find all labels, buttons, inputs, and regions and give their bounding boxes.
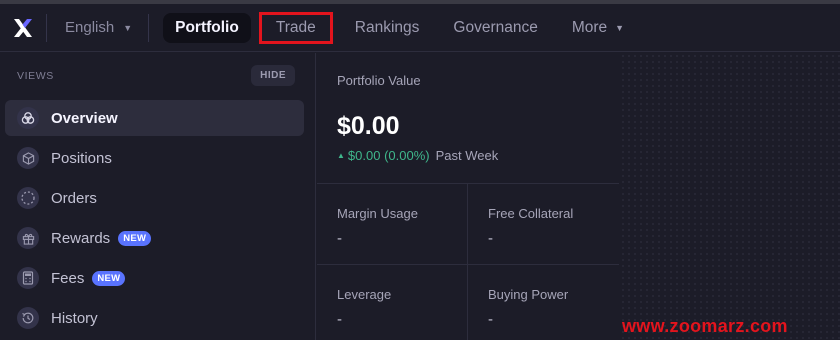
views-header: VIEWS HIDE [17,65,295,86]
sidebar-item-label: Fees [51,269,85,287]
nav-trade[interactable]: Trade [258,11,333,44]
sidebar-item-positions[interactable]: Positions [5,140,304,176]
gift-icon [17,227,39,249]
main-nav: Portfolio Trade Rankings Governance More… [163,11,646,44]
chevron-down-icon: ▼ [123,22,133,33]
portfolio-change-period: Past Week [435,148,499,163]
portfolio-change: ▲ $0.00 (0.00%) Past Week [337,148,498,163]
divider [317,264,619,265]
sidebar-item-label: Rewards [51,229,111,247]
sidebar: VIEWS HIDE Overview Positions Orders Rew… [0,53,316,340]
stat-buying-power-label: Buying Power [488,287,569,302]
watermark: www.zoomarz.com [622,316,788,336]
hide-button[interactable]: HIDE [251,65,295,86]
views-label: VIEWS [17,69,54,82]
nav-portfolio[interactable]: Portfolio [163,12,251,43]
top-navbar: English ▼ Portfolio Trade Rankings Gover… [0,4,840,52]
sidebar-item-orders[interactable]: Orders [5,180,304,216]
logo-x-icon [14,18,32,37]
new-badge: NEW [92,270,126,286]
sidebar-menu: Overview Positions Orders Rewards NEW Fe… [5,100,304,340]
calculator-icon [17,267,39,289]
sidebar-item-rewards[interactable]: Rewards NEW [5,220,304,256]
sidebar-item-label: Overview [51,109,118,127]
nav-more-label: More [571,18,608,36]
divider [317,183,619,184]
overview-icon [17,107,39,129]
language-label: English [65,19,115,36]
stat-free-collateral-label: Free Collateral [488,206,574,221]
language-selector[interactable]: English ▼ [47,19,148,36]
sidebar-item-overview[interactable]: Overview [5,100,304,136]
chevron-down-icon: ▼ [615,22,625,33]
stat-free-collateral-value: - [488,230,493,247]
new-badge: NEW [118,230,152,246]
stat-leverage-value: - [337,311,342,328]
sidebar-item-label: Positions [51,149,112,167]
chart-area-placeholder [620,53,840,340]
stat-margin-usage-label: Margin Usage [337,206,418,221]
portfolio-panel: Portfolio Value $0.00 ▲ $0.00 (0.00%) Pa… [317,53,619,340]
sidebar-item-fees[interactable]: Fees NEW [5,260,304,296]
stat-buying-power-value: - [488,311,493,328]
dydx-logo[interactable] [0,4,46,52]
portfolio-value: $0.00 [337,112,400,140]
stat-margin-usage-value: - [337,230,342,247]
sidebar-item-history[interactable]: History [5,300,304,336]
cube-icon [17,147,39,169]
nav-more[interactable]: More ▼ [560,13,636,43]
divider [467,183,468,340]
stat-leverage-label: Leverage [337,287,392,302]
nav-governance[interactable]: Governance [441,13,549,43]
sidebar-item-label: History [51,309,98,327]
dashed-circle-icon [17,187,39,209]
triangle-up-icon: ▲ [337,151,345,160]
nav-rankings[interactable]: Rankings [343,13,432,43]
portfolio-change-value: $0.00 (0.00%) [347,148,430,163]
portfolio-value-label: Portfolio Value [337,73,421,88]
history-icon [17,307,39,329]
nav-divider [148,13,150,42]
sidebar-item-label: Orders [51,189,97,207]
